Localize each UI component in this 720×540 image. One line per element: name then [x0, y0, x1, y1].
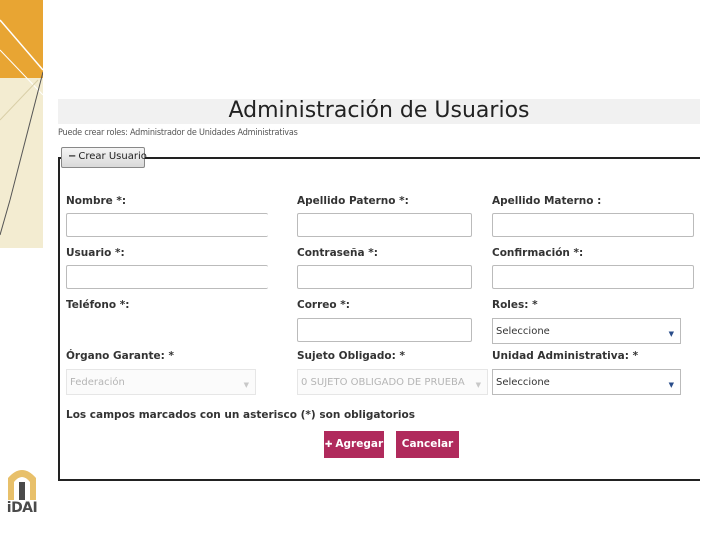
chevron-down-icon: ▼: [243, 381, 249, 389]
crear-usuario-label: Crear Usuario: [78, 151, 147, 162]
agregar-label: Agregar: [335, 438, 384, 450]
crear-usuario-toggle[interactable]: − Crear Usuario: [61, 147, 147, 168]
correo-field[interactable]: [297, 318, 472, 342]
logo-text: iDAI: [6, 500, 38, 516]
left-decorative-strip: [0, 0, 43, 540]
page-title: Administración de Usuarios: [228, 98, 530, 123]
roles-label: Roles: *: [492, 299, 538, 311]
sujeto-obligado-selected-value: 0 SUJETO OBLIGADO DE PRUEBA: [301, 377, 465, 388]
required-fields-note: Los campos marcados con un asterisco (*)…: [66, 409, 415, 421]
logo-arch-icon: [8, 470, 36, 500]
unidad-administrativa-select[interactable]: Seleccione ▼: [492, 369, 681, 395]
apellido-paterno-label: Apellido Paterno *:: [297, 195, 409, 207]
page-subtitle: Puede crear roles: Administrador de Unid…: [58, 128, 298, 138]
apellido-paterno-field[interactable]: [297, 213, 472, 237]
cancelar-label: Cancelar: [401, 438, 454, 450]
nombre-field[interactable]: [66, 213, 268, 237]
contrasena-label: Contraseña *:: [297, 247, 378, 259]
cancelar-button[interactable]: Cancelar: [396, 431, 459, 458]
organo-garante-select[interactable]: Federación ▼: [66, 369, 256, 395]
apellido-materno-label: Apellido Materno :: [492, 195, 602, 207]
organo-garante-selected-value: Federación: [70, 377, 125, 388]
sujeto-obligado-select[interactable]: 0 SUJETO OBLIGADO DE PRUEBA ▼: [297, 369, 488, 395]
nombre-label: Nombre *:: [66, 195, 127, 207]
sujeto-obligado-label: Sujeto Obligado: *: [297, 350, 405, 362]
unidad-administrativa-label: Unidad Administrativa: *: [492, 350, 639, 362]
decorative-lines: [0, 19, 43, 236]
apellido-materno-field[interactable]: [492, 213, 694, 237]
title-bar: Administración de Usuarios: [58, 99, 700, 124]
organo-garante-label: Órgano Garante: *: [66, 350, 174, 362]
chevron-down-icon: ▼: [668, 381, 674, 389]
correo-label: Correo *:: [297, 299, 350, 311]
plus-icon: ✚: [324, 440, 333, 450]
roles-select[interactable]: Seleccione ▼: [492, 318, 681, 344]
usuario-field[interactable]: [66, 265, 268, 289]
usuario-label: Usuario *:: [66, 247, 125, 259]
telefono-label: Teléfono *:: [66, 299, 130, 311]
unidad-administrativa-selected-value: Seleccione: [496, 377, 550, 388]
chevron-down-icon: ▼: [475, 381, 481, 389]
contrasena-field[interactable]: [297, 265, 472, 289]
confirmacion-label: Confirmación *:: [492, 247, 584, 259]
confirmacion-field[interactable]: [492, 265, 694, 289]
agregar-button[interactable]: ✚ Agregar: [324, 431, 384, 458]
idai-logo: iDAI: [4, 462, 40, 526]
minus-icon: −: [68, 151, 77, 162]
roles-selected-value: Seleccione: [496, 326, 550, 337]
chevron-down-icon: ▼: [668, 330, 674, 338]
